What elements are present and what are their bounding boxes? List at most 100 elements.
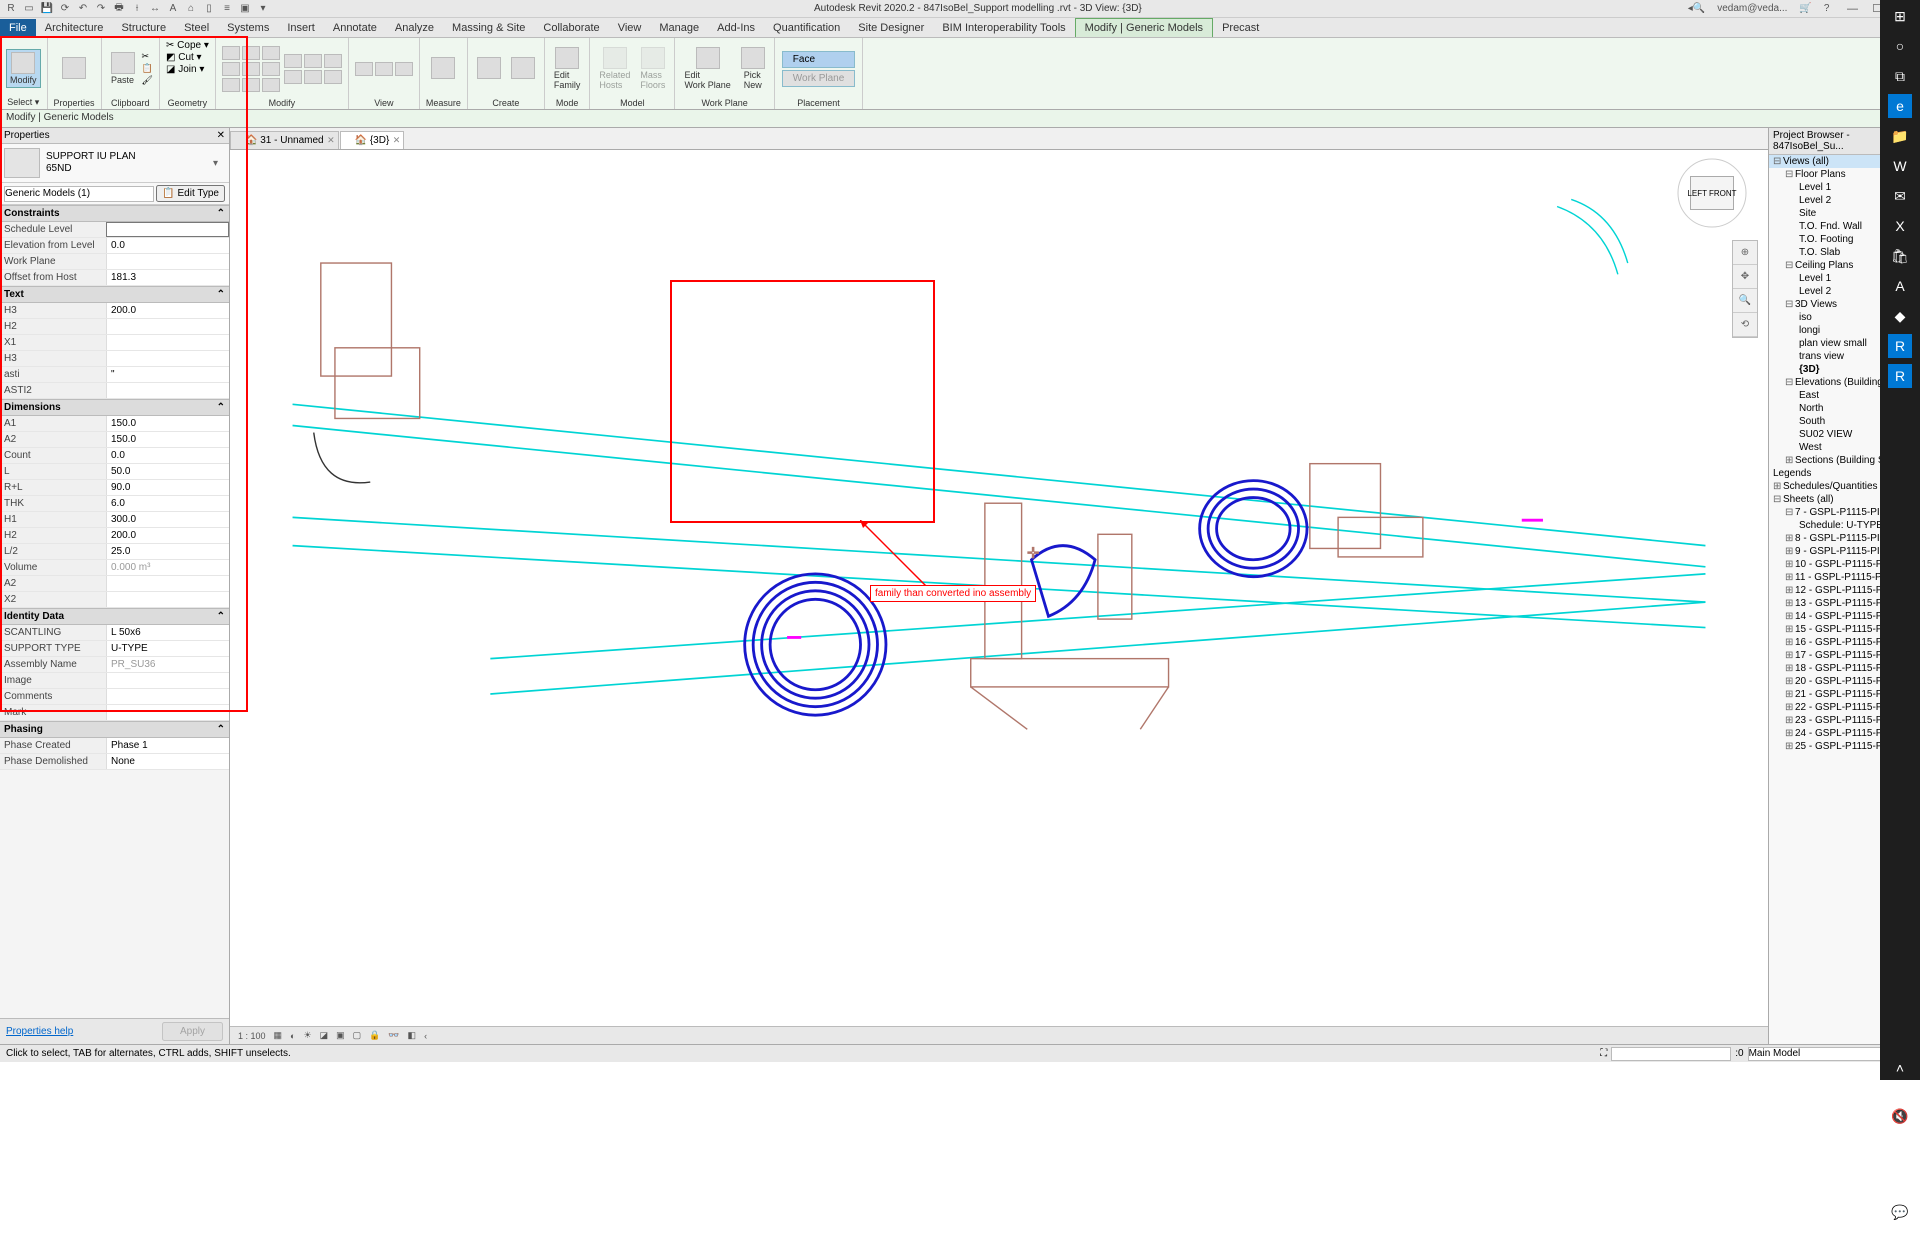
edit-workplane-button[interactable]: Edit Work Plane xyxy=(681,45,733,92)
param-row[interactable]: A2150.0 xyxy=(0,432,229,448)
pick-new-button[interactable]: Pick New xyxy=(738,45,768,92)
properties-button[interactable] xyxy=(59,55,89,82)
cut-geom-button[interactable]: ◩ Cut ▾ xyxy=(166,52,202,63)
param-row[interactable]: Work Plane xyxy=(0,254,229,270)
param-row[interactable]: Elevation from Level0.0 xyxy=(0,238,229,254)
detail-level-icon[interactable]: ▦ xyxy=(274,1030,283,1041)
place-face-button[interactable]: Face xyxy=(782,51,856,68)
ribbon-tab[interactable]: BIM Interoperability Tools xyxy=(933,19,1074,37)
param-row[interactable]: H3 xyxy=(0,351,229,367)
category-filter-input[interactable] xyxy=(4,186,154,202)
crop-show-icon[interactable]: ▢ xyxy=(353,1030,362,1041)
param-row[interactable]: H2200.0 xyxy=(0,528,229,544)
reveal-icon[interactable]: ◧ xyxy=(408,1030,417,1041)
ribbon-tab[interactable]: Analyze xyxy=(386,19,443,37)
type-dropdown-icon[interactable]: ▾ xyxy=(213,158,225,169)
workset-input[interactable] xyxy=(1748,1047,1888,1061)
ribbon-tab[interactable]: Architecture xyxy=(36,19,113,37)
param-row[interactable]: Comments xyxy=(0,689,229,705)
param-row[interactable]: H3200.0 xyxy=(0,303,229,319)
ribbon-tab[interactable]: Site Designer xyxy=(849,19,933,37)
modify-tools-grid[interactable] xyxy=(222,46,280,92)
cart-icon[interactable]: 🛒 xyxy=(1796,3,1814,14)
lock-icon[interactable]: 🔒 xyxy=(369,1030,380,1041)
edit-type-button[interactable]: 📋 Edit Type xyxy=(156,185,225,202)
dimension-icon[interactable]: ↔ xyxy=(147,2,163,16)
cut-clipboard-icon[interactable]: ✂ xyxy=(142,51,153,62)
selection-filter-input[interactable] xyxy=(1611,1047,1731,1061)
save-icon[interactable]: 💾 xyxy=(39,2,55,16)
param-row[interactable]: Assembly NamePR_SU36 xyxy=(0,657,229,673)
shadows-icon[interactable]: ◪ xyxy=(320,1030,329,1041)
param-row[interactable]: Count0.0 xyxy=(0,448,229,464)
copy-clipboard-icon[interactable]: 📋 xyxy=(142,63,153,74)
param-row[interactable]: Mark xyxy=(0,705,229,721)
ribbon-tab[interactable]: Manage xyxy=(650,19,708,37)
properties-help-link[interactable]: Properties help xyxy=(6,1026,73,1037)
param-row[interactable]: A1150.0 xyxy=(0,416,229,432)
ribbon-tab[interactable]: Steel xyxy=(175,19,218,37)
minimize-icon[interactable]: — xyxy=(1841,3,1863,15)
view-tab[interactable]: 🏠 31 - Unnamed✕ xyxy=(230,131,339,149)
3d-viewport[interactable]: ⊹ xyxy=(230,150,1768,1026)
navigation-bar[interactable]: ⊕ ✥ 🔍 ⟲ xyxy=(1732,240,1758,338)
param-row[interactable]: THK6.0 xyxy=(0,496,229,512)
tab-close-icon[interactable]: ✕ xyxy=(327,135,335,146)
ribbon-tab[interactable]: View xyxy=(609,19,651,37)
ribbon-tab[interactable]: Modify | Generic Models xyxy=(1075,18,1213,37)
param-row[interactable]: Phase CreatedPhase 1 xyxy=(0,738,229,754)
ribbon-tab[interactable]: Quantification xyxy=(764,19,849,37)
search-icon[interactable]: ◂🔍 xyxy=(1685,3,1708,14)
close-hidden-icon[interactable]: ▣ xyxy=(237,2,253,16)
edit-family-button[interactable]: Edit Family xyxy=(551,45,584,92)
text-icon[interactable]: A xyxy=(165,2,181,16)
matchtype-icon[interactable]: 🖌 xyxy=(142,75,153,86)
paste-button[interactable]: Paste xyxy=(108,50,138,87)
thin-lines-icon[interactable]: ≡ xyxy=(219,2,235,16)
user-account[interactable]: vedam@veda... xyxy=(1714,3,1790,14)
measure-icon[interactable]: ⟊ xyxy=(129,2,145,16)
param-row[interactable]: asti" xyxy=(0,367,229,383)
sync-icon[interactable]: ⟳ xyxy=(57,2,73,16)
view-cube[interactable]: LEFTFRONT xyxy=(1672,158,1752,228)
ribbon-tab[interactable]: File xyxy=(0,19,36,37)
ribbon-tab[interactable]: Structure xyxy=(112,19,175,37)
section-icon[interactable]: ▯ xyxy=(201,2,217,16)
param-row[interactable]: Offset from Host181.3 xyxy=(0,270,229,286)
param-row[interactable]: H1300.0 xyxy=(0,512,229,528)
param-row[interactable]: X1 xyxy=(0,335,229,351)
3d-icon[interactable]: ⌂ xyxy=(183,2,199,16)
view-scale[interactable]: 1 : 100 xyxy=(238,1031,266,1041)
redo-icon[interactable]: ↷ xyxy=(93,2,109,16)
ribbon-tab[interactable]: Annotate xyxy=(324,19,386,37)
param-row[interactable]: Image xyxy=(0,673,229,689)
open-icon[interactable]: ▭ xyxy=(21,2,37,16)
tab-close-icon[interactable]: ✕ xyxy=(393,135,401,146)
param-row[interactable]: R+L90.0 xyxy=(0,480,229,496)
sun-path-icon[interactable]: ☀ xyxy=(303,1030,311,1041)
join-geom-button[interactable]: ◪ Join ▾ xyxy=(166,64,204,75)
ribbon-tab[interactable]: Insert xyxy=(278,19,324,37)
measure-button[interactable] xyxy=(428,55,458,82)
apply-button[interactable]: Apply xyxy=(162,1022,223,1041)
windows-taskbar[interactable]: ⊞ ○ ⧉ e 📁 W ✉ X 🛍 A ◆ R R ˄ ⌨ 🔇 ENG 09:4… xyxy=(1880,0,1920,1080)
param-row[interactable]: L50.0 xyxy=(0,464,229,480)
param-row[interactable]: Volume0.000 m³ xyxy=(0,560,229,576)
properties-close-icon[interactable]: ✕ xyxy=(217,130,225,141)
help-icon[interactable]: ? xyxy=(1821,3,1833,14)
type-selector[interactable]: SUPPORT IU PLAN 65ND ▾ xyxy=(0,144,229,183)
visual-style-icon[interactable]: ◐ xyxy=(290,1031,295,1041)
param-row[interactable]: SCANTLINGL 50x6 xyxy=(0,625,229,641)
param-row[interactable]: A2 xyxy=(0,576,229,592)
selection-count-icon[interactable]: ⛶ xyxy=(1600,1048,1607,1059)
param-row[interactable]: H2 xyxy=(0,319,229,335)
view-control-bar[interactable]: 1 : 100 ▦ ◐ ☀ ◪ ▣ ▢ 🔒 👓 ◧ ‹ xyxy=(230,1026,1768,1044)
print-icon[interactable]: 🖶 xyxy=(111,2,127,16)
temp-hide-icon[interactable]: 👓 xyxy=(388,1030,399,1041)
cope-button[interactable]: ✂ Cope ▾ xyxy=(166,40,209,51)
ribbon-tab[interactable]: Add-Ins xyxy=(708,19,764,37)
param-row[interactable]: L/225.0 xyxy=(0,544,229,560)
param-row[interactable]: Schedule Level xyxy=(0,222,229,238)
ribbon-tab[interactable]: Massing & Site xyxy=(443,19,534,37)
param-row[interactable]: ASTI2 xyxy=(0,383,229,399)
